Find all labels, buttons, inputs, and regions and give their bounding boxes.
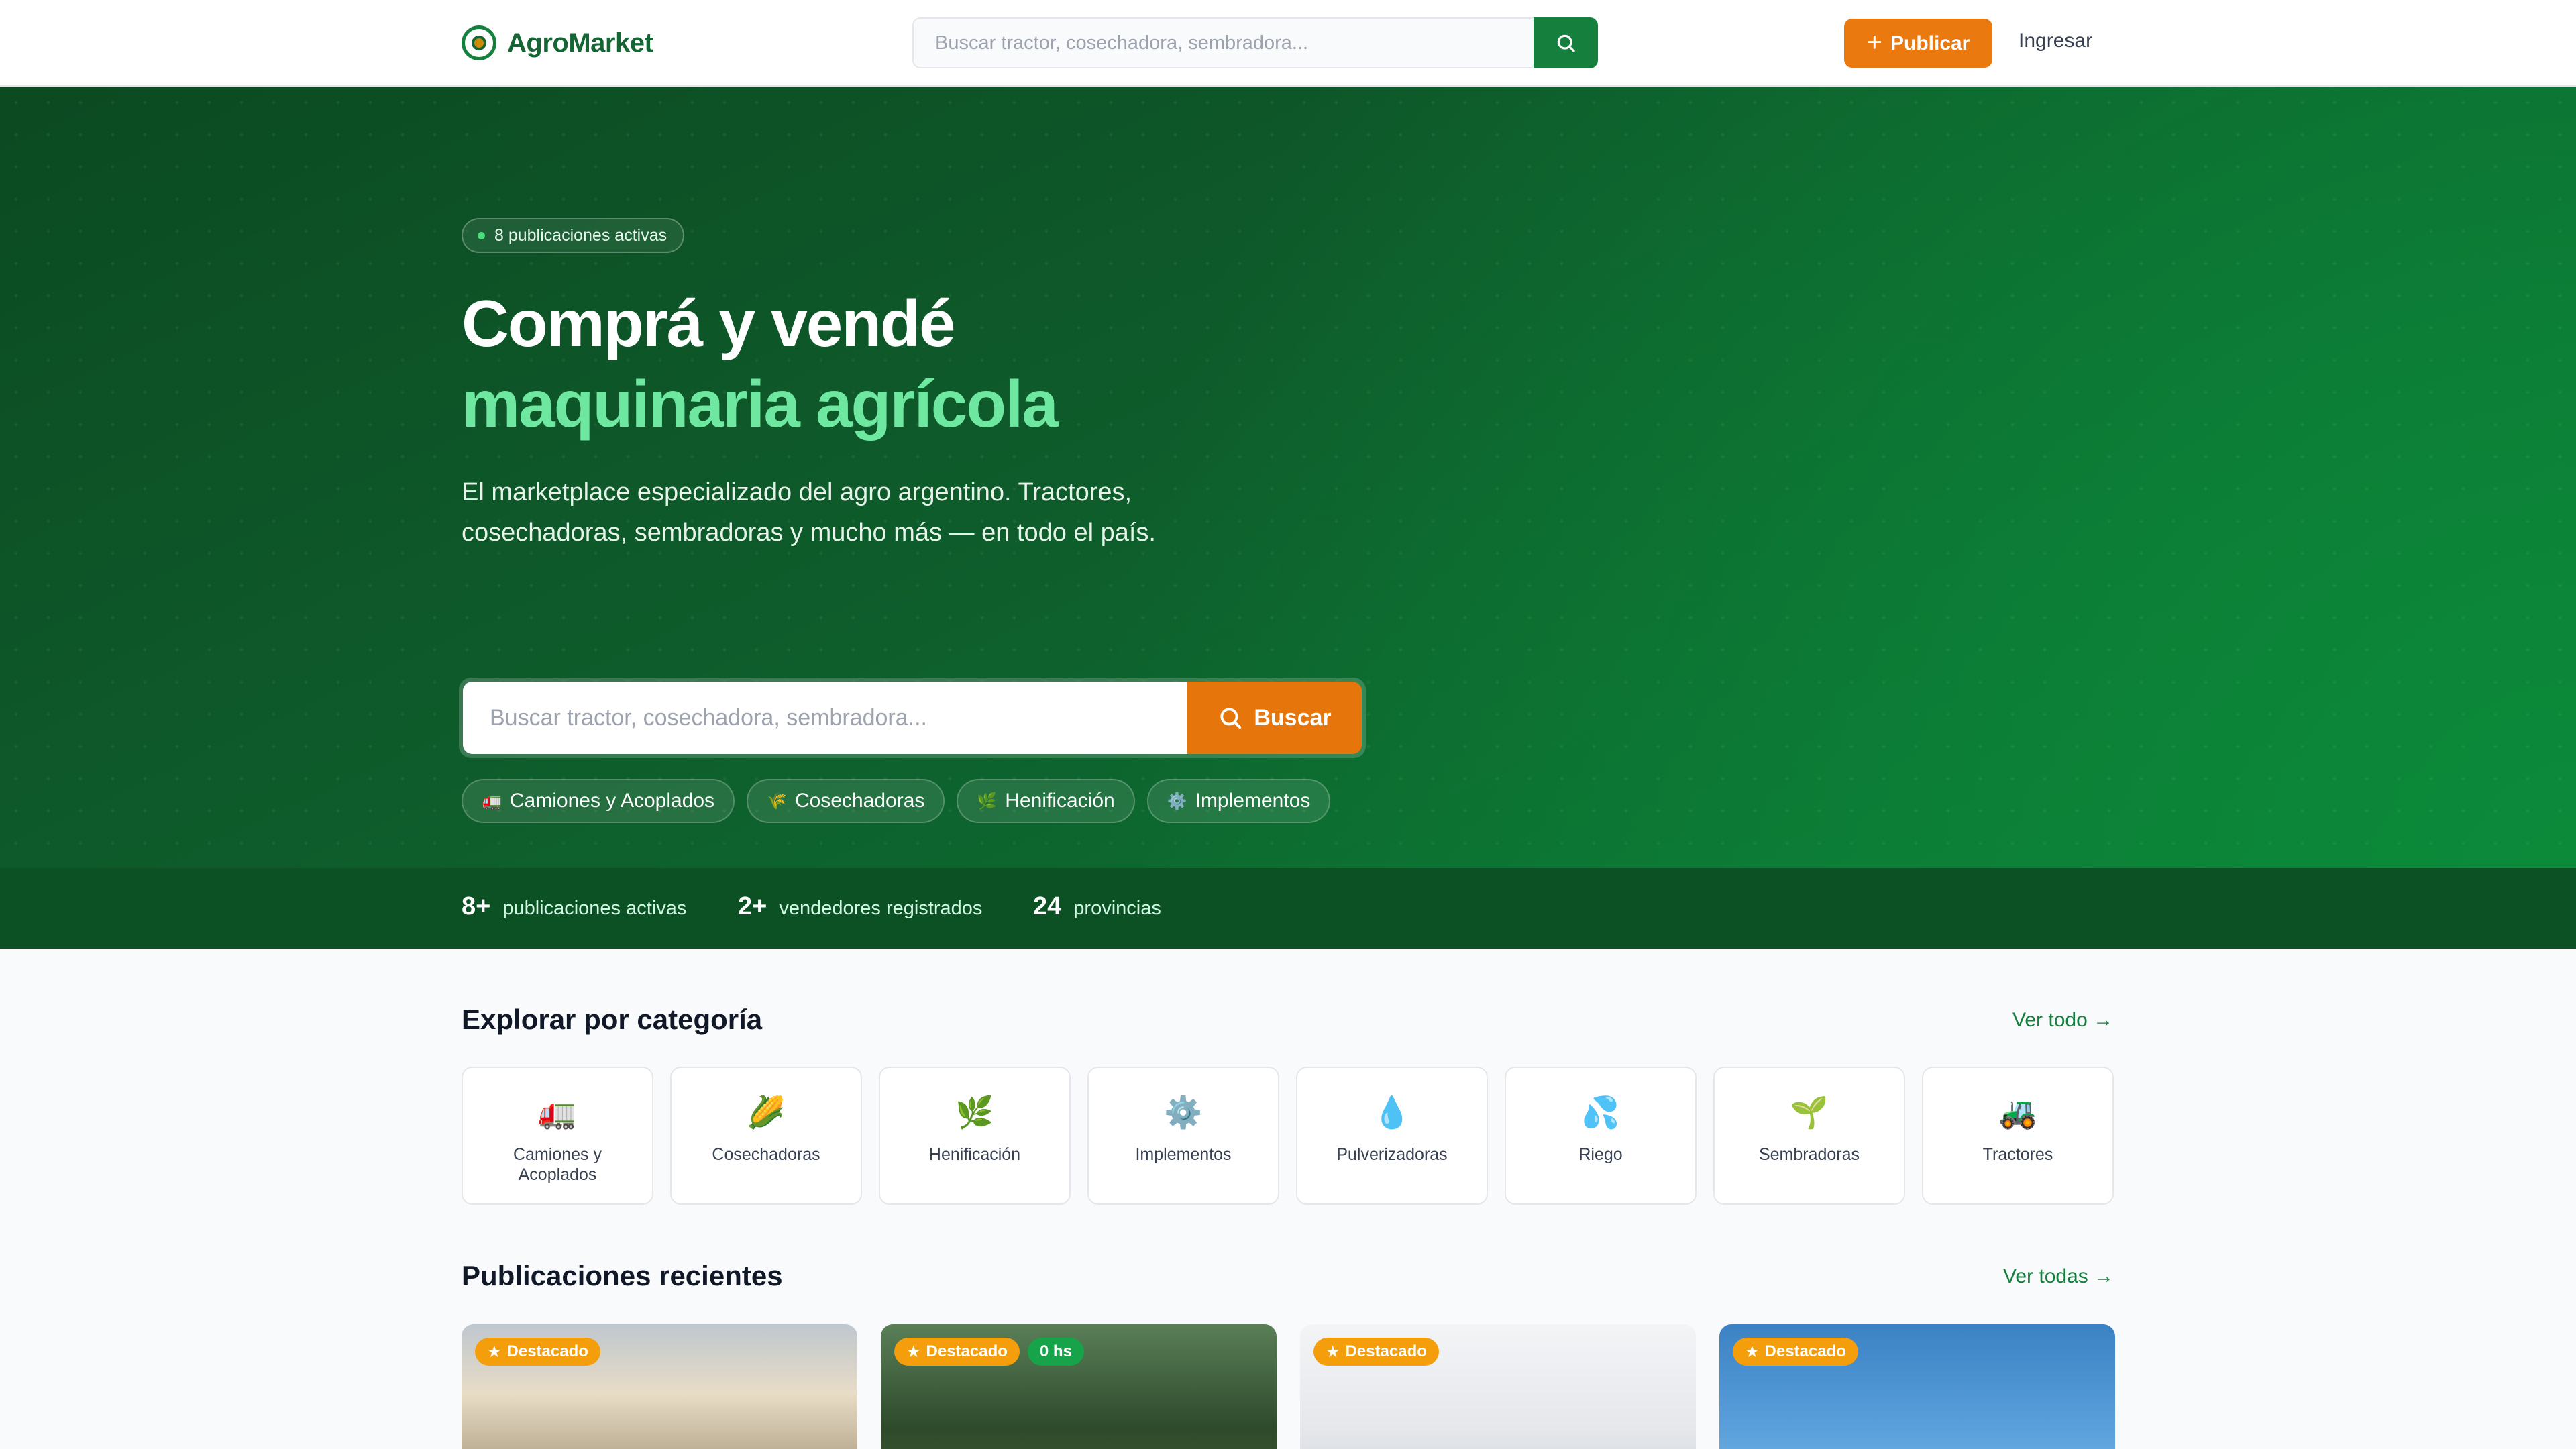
truck-icon: 🚛 <box>538 1095 577 1130</box>
brand-name: AgroMarket <box>507 28 653 58</box>
plus-icon: + <box>1866 27 1882 57</box>
hero-title-line-2: maquinaria agrícola <box>462 367 1059 441</box>
featured-badge: ★ Destacado <box>894 1338 1020 1366</box>
category-card-henificacion[interactable]: 🌿 Henificación <box>879 1067 1071 1205</box>
stat-value: 2+ <box>738 892 767 920</box>
stat-value: 24 <box>1033 892 1062 920</box>
category-card-camiones[interactable]: 🚛 Camiones y Acoplados <box>462 1067 653 1205</box>
listing-card[interactable]: ★ Destacado <box>1300 1324 1696 1449</box>
seedling-icon: 🌱 <box>1790 1095 1829 1130</box>
featured-label: Destacado <box>926 1342 1008 1360</box>
category-card-sembradoras[interactable]: 🌱 Sembradoras <box>1713 1067 1905 1205</box>
search-icon <box>1220 708 1242 729</box>
stat-label: vendedores registrados <box>779 898 983 919</box>
star-icon: ★ <box>487 1342 502 1361</box>
gear-logo-icon <box>462 25 496 60</box>
header-search-button[interactable] <box>1534 17 1598 68</box>
hero-search-button-label: Buscar <box>1254 704 1332 731</box>
hero-title-line-1: Comprá y vendé <box>462 286 955 360</box>
stat-label: provincias <box>1073 898 1161 919</box>
category-label: Sembradoras <box>1758 1145 1860 1164</box>
wheat-icon: 🌾 <box>767 792 787 810</box>
gear-icon: ⚙️ <box>1164 1095 1203 1130</box>
droplet-icon: 💧 <box>1373 1095 1411 1130</box>
category-grid: 🚛 Camiones y Acoplados 🌽 Cosechadoras 🌿 … <box>462 1067 2114 1205</box>
card-badges: ★ Destacado <box>1733 1338 1858 1366</box>
featured-label: Destacado <box>1764 1342 1846 1360</box>
category-card-pulverizadoras[interactable]: 💧 Pulverizadoras <box>1296 1067 1488 1205</box>
category-card-riego[interactable]: 💦 Riego <box>1505 1067 1697 1205</box>
category-label: Tractores <box>1982 1145 2053 1164</box>
publish-label: Publicar <box>1890 32 1970 54</box>
live-dot-icon <box>478 231 485 239</box>
chip-label: Camiones y Acoplados <box>509 790 715 812</box>
category-card-tractores[interactable]: 🚜 Tractores <box>1922 1067 2114 1205</box>
category-label: Camiones y Acoplados <box>513 1145 602 1184</box>
stat-value: 8+ <box>462 892 491 920</box>
stat-publications: 8+ publicaciones activas <box>462 892 686 921</box>
listing-card[interactable]: ★ Destacado <box>462 1324 857 1449</box>
featured-badge: ★ Destacado <box>1313 1338 1439 1366</box>
category-label: Henificación <box>928 1145 1021 1164</box>
listing-cards: ★ Destacado ★ Destacado 0 hs ★ Destacado… <box>462 1324 2115 1449</box>
category-label: Pulverizadoras <box>1336 1145 1448 1164</box>
header-search-input[interactable]: Buscar tractor, cosechadora, sembradora.… <box>912 17 1534 68</box>
featured-label: Destacado <box>506 1342 588 1360</box>
chip-label: Cosechadoras <box>794 790 925 812</box>
card-badges: ★ Destacado 0 hs <box>894 1338 1084 1366</box>
hero-section: 8 publicaciones activas Comprá y vendé m… <box>0 87 2576 868</box>
featured-badge: ★ Destacado <box>475 1338 600 1366</box>
hero-search-bar: Buscar tractor, cosechadora, sembradora.… <box>459 678 1366 758</box>
categories-see-all-link[interactable]: Ver todo → <box>2012 1009 2113 1032</box>
category-card-implementos[interactable]: ⚙️ Implementos <box>1087 1067 1279 1205</box>
header-search: Buscar tractor, cosechadora, sembradora.… <box>912 17 1598 68</box>
chip-label: Implementos <box>1195 790 1311 812</box>
corn-icon: 🌽 <box>747 1095 786 1130</box>
chip-henificacion[interactable]: 🌿 Henificación <box>957 779 1135 823</box>
chip-implementos[interactable]: ⚙️ Implementos <box>1146 779 1331 823</box>
featured-badge: ★ Destacado <box>1733 1338 1858 1366</box>
water-drops-icon: 💦 <box>1581 1095 1620 1130</box>
star-icon: ★ <box>1326 1342 1340 1361</box>
stats-strip: 8+ publicaciones activas 2+ vendedores r… <box>0 868 2576 949</box>
card-badges: ★ Destacado <box>475 1338 600 1366</box>
login-link[interactable]: Ingresar <box>2019 30 2092 52</box>
hero-search-button[interactable]: Buscar <box>1187 682 1362 754</box>
chip-camiones-acoplados[interactable]: 🚛 Camiones y Acoplados <box>462 779 735 823</box>
card-badges: ★ Destacado <box>1313 1338 1439 1366</box>
hours-badge: 0 hs <box>1027 1338 1084 1366</box>
truck-icon: 🚛 <box>482 792 502 810</box>
hero-subtitle: El marketplace especializado del agro ar… <box>462 478 1156 547</box>
listings-see-all-link[interactable]: Ver todas → <box>2003 1265 2114 1288</box>
herb-icon: 🌿 <box>977 792 998 810</box>
listing-card[interactable]: ★ Destacado 0 hs <box>881 1324 1277 1449</box>
star-icon: ★ <box>1745 1342 1760 1361</box>
herb-icon: 🌿 <box>955 1095 994 1130</box>
stat-label: publicaciones activas <box>502 898 687 919</box>
brand-logo[interactable]: AgroMarket <box>462 25 653 60</box>
category-card-cosechadoras[interactable]: 🌽 Cosechadoras <box>670 1067 862 1205</box>
quick-category-chips: 🚛 Camiones y Acoplados 🌾 Cosechadoras 🌿 … <box>462 779 1331 823</box>
featured-label: Destacado <box>1345 1342 1427 1360</box>
active-listings-text: 8 publicaciones activas <box>494 225 667 245</box>
stat-sellers: 2+ vendedores registrados <box>738 892 982 921</box>
categories-title: Explorar por categoría <box>462 1004 763 1035</box>
chip-label: Henificación <box>1005 790 1115 812</box>
listing-card[interactable]: ★ Destacado <box>1719 1324 2115 1449</box>
category-label: Cosechadoras <box>712 1145 820 1164</box>
category-label: Implementos <box>1135 1145 1232 1164</box>
recent-listings-title: Publicaciones recientes <box>462 1260 783 1291</box>
star-icon: ★ <box>906 1342 921 1361</box>
top-navbar: AgroMarket Buscar tractor, cosechadora, … <box>0 0 2576 87</box>
publish-button[interactable]: + Publicar <box>1844 19 1992 68</box>
hero-search-input[interactable]: Buscar tractor, cosechadora, sembradora.… <box>463 682 1187 754</box>
chip-cosechadoras[interactable]: 🌾 Cosechadoras <box>747 779 945 823</box>
stat-provinces: 24 provincias <box>1033 892 1161 921</box>
active-listings-badge: 8 publicaciones activas <box>462 218 685 253</box>
tractor-icon: 🚜 <box>1998 1095 2037 1130</box>
gear-icon: ⚙️ <box>1167 792 1187 810</box>
category-label: Riego <box>1578 1145 1623 1164</box>
search-icon <box>1557 34 1575 52</box>
